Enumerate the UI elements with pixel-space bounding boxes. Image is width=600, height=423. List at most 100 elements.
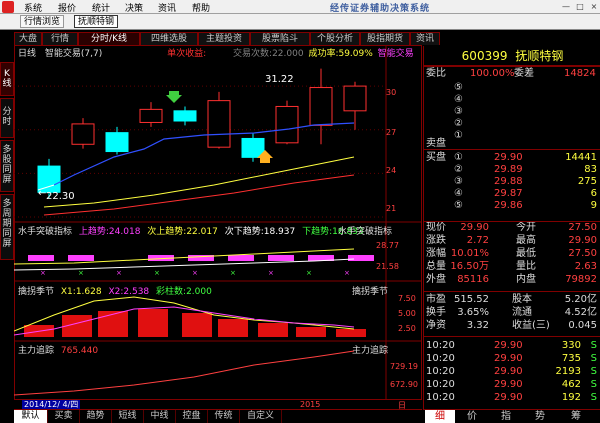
panel3-color-count: 彩柱数:2.000 [156, 287, 212, 297]
rbtab-chips[interactable]: 筹 [561, 410, 591, 423]
tab-stock-analysis[interactable]: 个股分析 [310, 32, 360, 45]
candle-body [207, 100, 231, 148]
tick-row: 10:20 29.90 462 S [424, 379, 600, 391]
candle-body [105, 132, 129, 153]
menu-quote[interactable]: 报价 [58, 1, 76, 14]
fin-value-2: 0.045 [568, 320, 597, 331]
quote-value-2: 27.50 [568, 222, 597, 233]
quote-label: 总量 [426, 261, 446, 272]
buy-price: 29.87 [494, 188, 523, 199]
sell-level: ④ [454, 94, 463, 105]
quote-label: 涨幅 [426, 248, 446, 259]
side-tab-kline[interactable]: K线 [0, 62, 14, 96]
side-tab-multi-stock[interactable]: 多股同屏 [0, 140, 14, 192]
buy-level: ② [454, 164, 463, 175]
sell-level: ⑤ [454, 82, 463, 93]
sell-row: ④ [424, 94, 600, 106]
buy-price: 29.89 [494, 164, 523, 175]
tick-side: S [590, 353, 597, 364]
btab-trend[interactable]: 趋势 [80, 410, 112, 423]
season-bar [218, 319, 248, 337]
sailor-marker: × [306, 269, 312, 277]
low-price-label: 22.30 [46, 191, 75, 202]
tab-market[interactable]: 大盘 [14, 32, 42, 45]
quote-label-2: 内盘 [516, 274, 536, 285]
tick-side: S [590, 366, 597, 377]
app-title: 经传证券辅助决策系统 [330, 4, 431, 14]
tick-side: S [590, 340, 597, 351]
wc-label: 委差 [514, 68, 534, 79]
tick-volume: 192 [561, 392, 581, 403]
panel2-y-tick-2: 21.58 [376, 262, 399, 271]
buy-price: 29.88 [494, 176, 523, 187]
menu-system[interactable]: 系统 [24, 1, 42, 14]
toolbar-quote-browse-button[interactable]: 行情浏览 [20, 15, 65, 28]
menu-stats[interactable]: 统计 [92, 1, 110, 14]
rbtab-detail[interactable]: 细 [425, 410, 455, 423]
candle-body [71, 123, 95, 145]
tick-volume: 462 [561, 379, 581, 390]
quote-value: 85116 [457, 274, 489, 285]
tick-time: 10:20 [426, 353, 455, 364]
toolbar-stock-button[interactable]: 抚顺特钢 [74, 15, 119, 28]
btab-control[interactable]: 控盘 [176, 410, 208, 423]
btab-short[interactable]: 短线 [112, 410, 144, 423]
fin-label: 换手 [426, 307, 446, 318]
rbtab-index[interactable]: 指 [491, 410, 521, 423]
candle-body [343, 85, 367, 112]
btab-buysell[interactable]: 买卖 [48, 410, 80, 423]
quote-value-2: 79892 [565, 274, 597, 285]
menu-decision[interactable]: 决策 [125, 1, 143, 14]
panel4-value: 765.440 [60, 346, 99, 356]
quote-value-2: 2.63 [574, 261, 597, 272]
fin-value-2: 4.52亿 [564, 307, 597, 318]
tab-kline[interactable]: 分时/K线 [78, 32, 140, 45]
buy-volume: 9 [590, 200, 597, 211]
quote-row: 现价 29.90 今开 27.50 [424, 222, 600, 234]
tab-futures[interactable]: 股指期货 [360, 32, 410, 45]
btab-mid[interactable]: 中线 [144, 410, 176, 423]
minimize-button[interactable]: — [561, 2, 571, 12]
tab-four-dim[interactable]: 四维选股 [140, 32, 198, 45]
quote-value-2: 29.90 [568, 235, 597, 246]
fin-label-2: 流通 [512, 307, 532, 318]
rbtab-price[interactable]: 价 [457, 410, 487, 423]
candle-body [139, 108, 163, 123]
panel2-name: 水手突破指标 [18, 227, 73, 237]
stock-title: 600399 抚顺特钢 [424, 46, 600, 66]
season-bar [296, 327, 326, 337]
btab-custom[interactable]: 自定义 [240, 410, 282, 423]
panel2-next-down: 次下趋势:18.937 [224, 227, 296, 237]
rbtab-trend[interactable]: 势 [525, 410, 555, 423]
sailor-marker: × [344, 269, 350, 277]
menu-help[interactable]: 帮助 [192, 1, 210, 14]
menu-news[interactable]: 资讯 [158, 1, 176, 14]
panel2-up: 上趋势:24.018 [78, 227, 141, 237]
main-panel-header: 日线 智能交易(7,7) 单次收益: 交易次数:22.000 成功率:59.09… [18, 46, 414, 59]
tick-row: 10:20 29.90 2193 S [424, 366, 600, 378]
order-ratio-row: 委比 100.00% 委差 14824 [424, 68, 600, 80]
btab-classic[interactable]: 传统 [208, 410, 240, 423]
stock-code: 600399 [461, 49, 508, 63]
side-tabs: K线 分时 多股同屏 多周期同屏 [0, 62, 14, 402]
candle-body [173, 110, 197, 122]
panel4-header: 主力追踪 765.440 [18, 343, 98, 356]
buy-level: ④ [454, 188, 463, 199]
btab-default[interactable]: 默认 [14, 410, 48, 423]
side-tab-multi-period[interactable]: 多周期同屏 [0, 194, 14, 260]
tick-volume: 735 [561, 353, 581, 364]
close-button[interactable]: × [589, 2, 599, 12]
quote-value: 16.50万 [450, 261, 489, 272]
side-tab-timeshare[interactable]: 分时 [0, 98, 14, 138]
panel3-x2: X2:2.538 [108, 287, 150, 297]
maximize-button[interactable]: □ [575, 2, 585, 12]
tab-news[interactable]: 资讯 [410, 32, 440, 45]
panel3-x1: X1:1.628 [60, 287, 102, 297]
sell-row: ③ [424, 106, 600, 118]
tab-quotes[interactable]: 行情 [42, 32, 78, 45]
wc-value: 14824 [564, 68, 596, 79]
sell-level: ③ [454, 106, 463, 117]
tab-stock-fight[interactable]: 股票陷斗 [250, 32, 310, 45]
tab-theme[interactable]: 主题投资 [198, 32, 250, 45]
panel2-next-up: 次上趋势:22.017 [147, 227, 218, 237]
